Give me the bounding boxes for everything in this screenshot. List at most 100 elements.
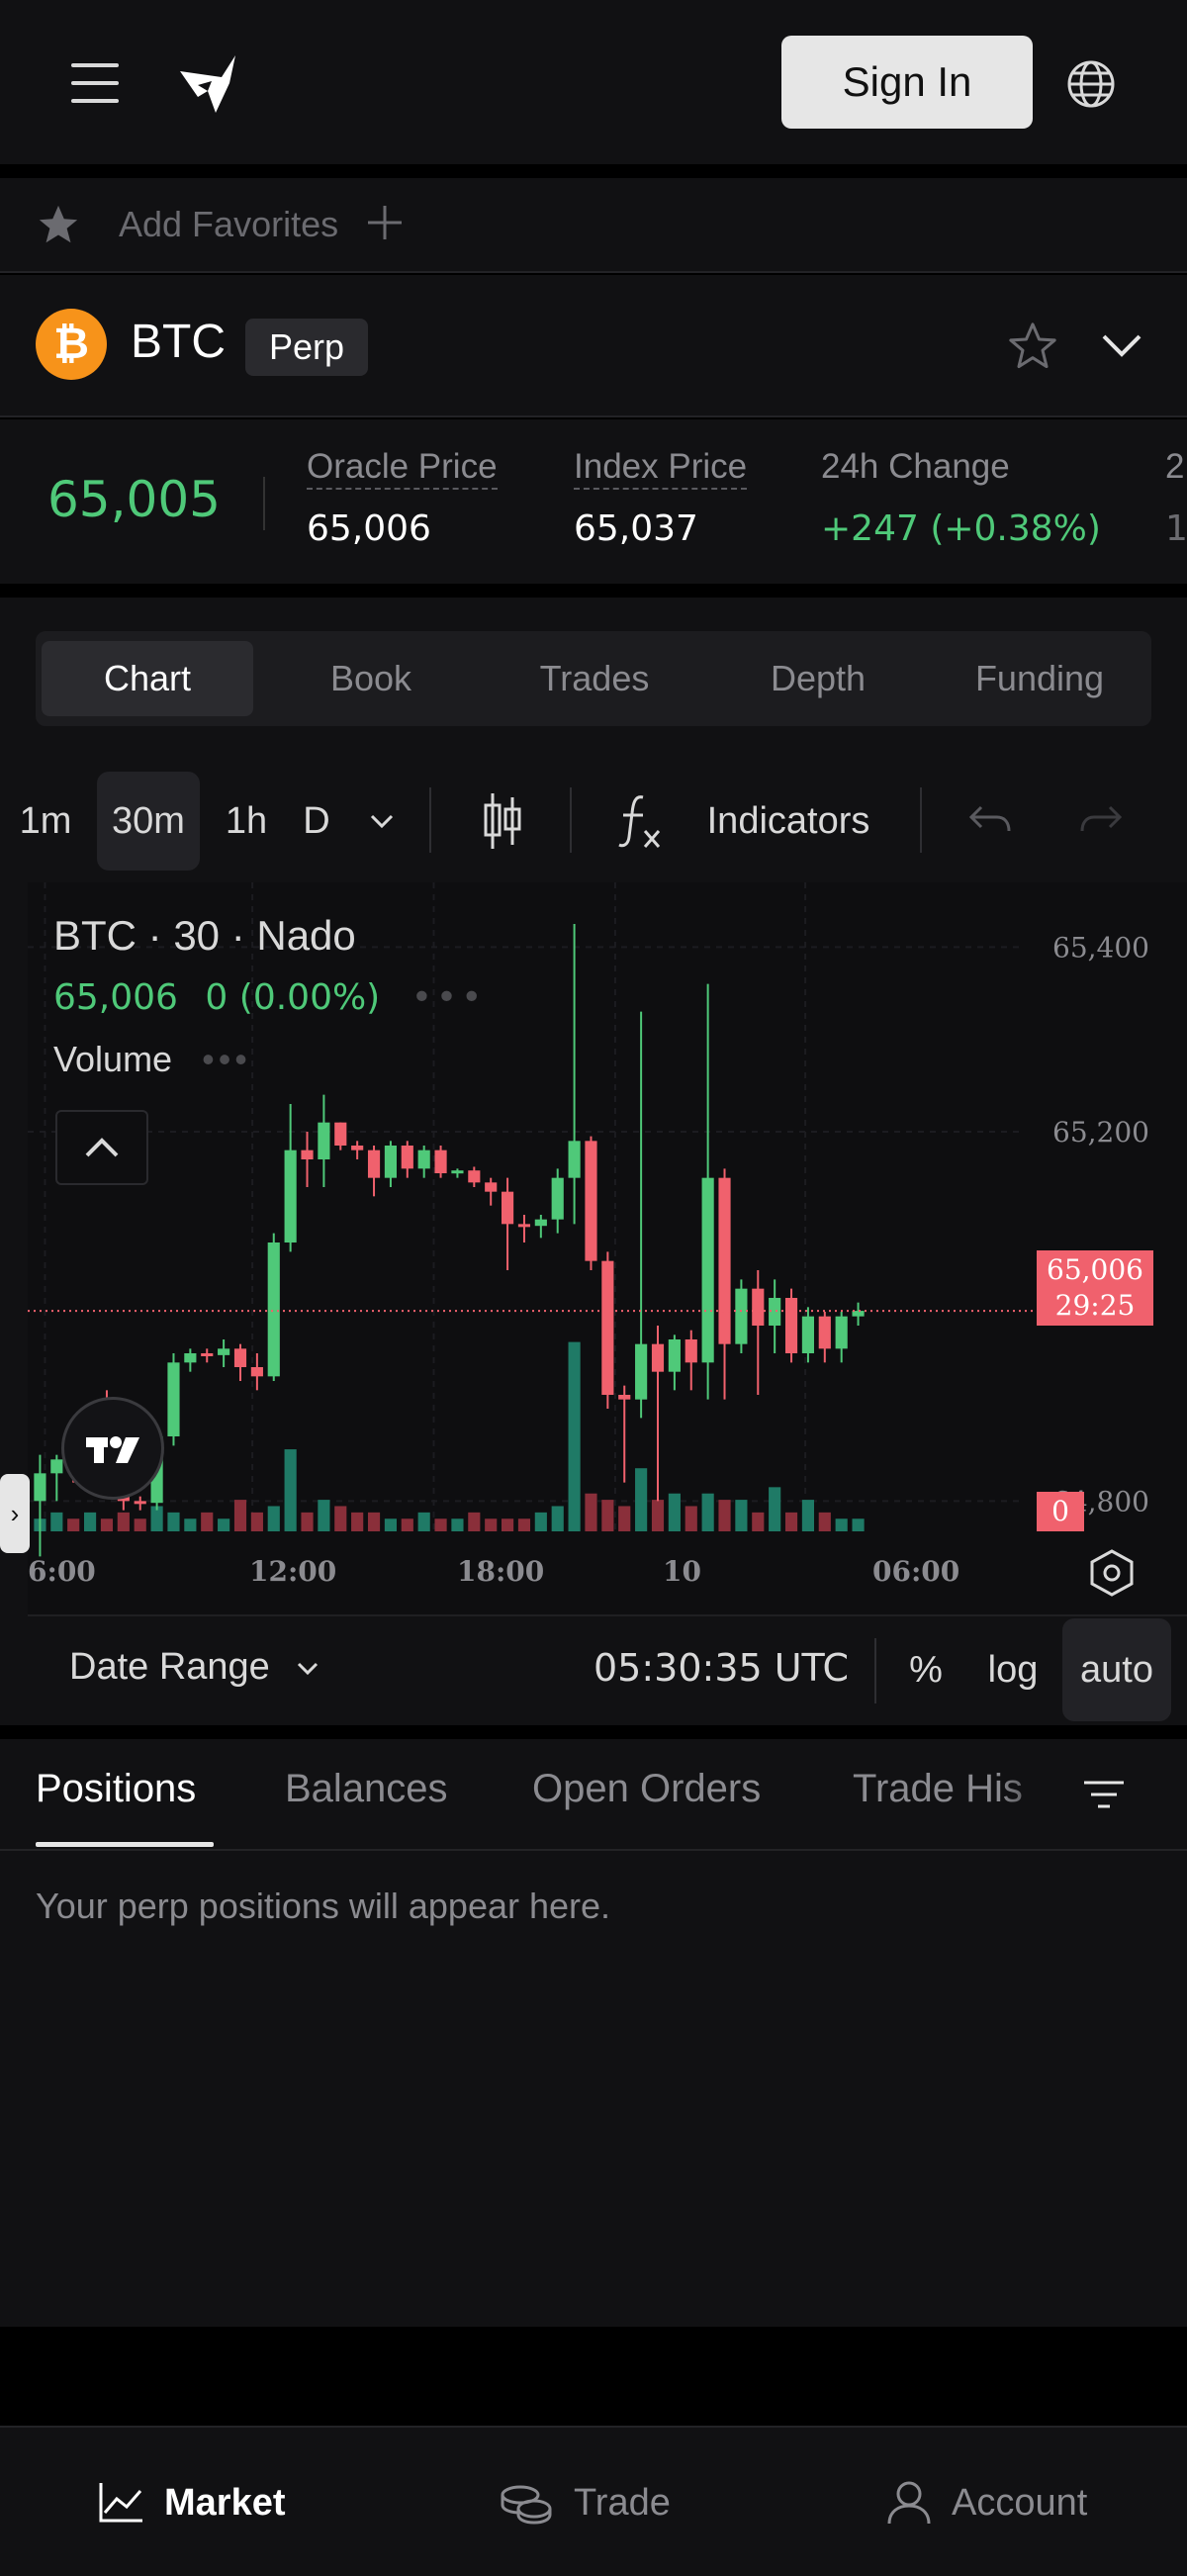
nav-account[interactable]: Account: [886, 2473, 1087, 2532]
volume-bar: [233, 1500, 247, 1531]
chevron-down-icon[interactable]: [1098, 326, 1145, 366]
volume-bar: [651, 1500, 665, 1531]
timeframe-d[interactable]: D: [293, 772, 340, 871]
undo-icon[interactable]: [956, 772, 1025, 871]
redo-icon[interactable]: [1066, 772, 1136, 871]
candle-body: [685, 1339, 697, 1363]
tab-open-orders[interactable]: Open Orders: [532, 1767, 761, 1811]
candle-body: [818, 1316, 831, 1349]
24h-change-value: +247 (+0.38%): [821, 508, 1101, 549]
collapse-legend-button[interactable]: [55, 1110, 148, 1185]
volume-legend: Volume •••: [53, 1039, 251, 1080]
tab-book[interactable]: Book: [265, 641, 477, 716]
volume-bar: [50, 1512, 63, 1531]
volume-more-icon[interactable]: •••: [202, 1039, 251, 1080]
star-outline-icon[interactable]: [1005, 319, 1060, 374]
market-symbol[interactable]: BTC: [131, 315, 226, 369]
volume-bar: [701, 1493, 714, 1531]
x-tick-label: 12:00: [249, 1555, 336, 1588]
candle-body: [301, 1150, 314, 1159]
log-scale-button[interactable]: log: [973, 1618, 1052, 1721]
last-price: 65,005: [47, 471, 221, 528]
tab-positions[interactable]: Positions: [36, 1767, 196, 1811]
volume-bar: [434, 1518, 447, 1531]
hexagon-settings-icon[interactable]: [1086, 1547, 1138, 1599]
candle-body: [534, 1219, 547, 1227]
candle-body: [184, 1353, 197, 1363]
volume-bar: [784, 1512, 798, 1531]
coins-icon: [501, 2485, 552, 2525]
volume-bar: [318, 1500, 330, 1531]
tab-chart[interactable]: Chart: [42, 641, 253, 716]
user-icon: [887, 2481, 931, 2525]
toolbar-divider: [429, 787, 431, 853]
nav-market[interactable]: Market: [97, 2473, 286, 2532]
market-type-badge: Perp: [245, 319, 369, 376]
volume-bar: [184, 1518, 197, 1531]
candle-body: [601, 1260, 614, 1395]
candle-body: [517, 1224, 531, 1228]
candle-body: [417, 1150, 430, 1169]
volume-bar: [84, 1512, 97, 1531]
volume-bar: [117, 1512, 130, 1531]
volume-bar: [334, 1506, 347, 1531]
volume-bar: [67, 1518, 80, 1531]
tab-funding[interactable]: Funding: [934, 641, 1145, 716]
candle-body: [284, 1150, 297, 1242]
candle-body: [735, 1288, 748, 1344]
nav-trade[interactable]: Trade: [499, 2473, 671, 2532]
volume-bar: [568, 1341, 581, 1531]
candlestick-icon[interactable]: [465, 772, 540, 871]
percent-scale-button[interactable]: %: [890, 1618, 961, 1721]
volume-bar: [284, 1449, 297, 1531]
legend-more-icon[interactable]: •••: [411, 977, 487, 1018]
x-tick-label: 18:00: [457, 1555, 544, 1588]
volume-bar: [601, 1500, 614, 1531]
indicators-button[interactable]: Indicators: [686, 772, 890, 871]
volume-bar: [752, 1512, 765, 1531]
tradingview-logo-icon[interactable]: [61, 1397, 164, 1500]
hamburger-menu-icon[interactable]: [71, 63, 119, 103]
timeframe-1m[interactable]: 1m: [0, 772, 91, 871]
volume-bar: [485, 1518, 498, 1531]
volume-label: Volume: [53, 1039, 173, 1079]
candle-body: [401, 1146, 413, 1169]
positions-empty-message: Your perp positions will appear here.: [36, 1886, 611, 1926]
volume-bar: [517, 1518, 531, 1531]
plus-icon[interactable]: [364, 202, 406, 243]
tab-depth[interactable]: Depth: [712, 641, 924, 716]
timeframe-30m[interactable]: 30m: [97, 772, 200, 871]
date-range-dropdown[interactable]: Date Range: [69, 1646, 321, 1689]
index-price-label[interactable]: Index Price: [574, 447, 748, 490]
volume-bar: [451, 1518, 464, 1531]
x-tick-label: 6:00: [28, 1555, 96, 1588]
filter-icon[interactable]: [1082, 1775, 1126, 1814]
add-favorites-label[interactable]: Add Favorites: [119, 204, 338, 245]
side-panel-handle[interactable]: ›: [0, 1474, 30, 1553]
oracle-price-label[interactable]: Oracle Price: [307, 447, 498, 490]
sign-in-button[interactable]: Sign In: [781, 36, 1033, 129]
current-price-tag-value: 65,006: [1047, 1253, 1143, 1286]
volume-bar: [100, 1518, 114, 1531]
tab-balances[interactable]: Balances: [285, 1767, 448, 1811]
nav-account-label: Account: [952, 2481, 1088, 2524]
toolbar-divider: [570, 787, 572, 853]
view-tabs: Chart Book Trades Depth Funding: [36, 631, 1151, 726]
candle-body: [218, 1348, 230, 1355]
star-icon: [36, 202, 81, 247]
candle-body: [451, 1170, 464, 1174]
chevron-down-icon[interactable]: [352, 772, 411, 871]
volume-bar: [534, 1512, 547, 1531]
fx-icon[interactable]: [605, 772, 675, 871]
timeframe-1h[interactable]: 1h: [206, 772, 287, 871]
nado-logo-icon[interactable]: [176, 51, 239, 115]
candle-body: [784, 1298, 798, 1353]
y-tick-label: 65,200: [1052, 1116, 1149, 1149]
x-tick-label: 10: [663, 1555, 701, 1588]
utc-clock[interactable]: 05:30:35 UTC: [594, 1646, 849, 1690]
tab-trades[interactable]: Trades: [489, 641, 700, 716]
candle-body: [568, 1141, 581, 1178]
tab-trade-history[interactable]: Trade His: [853, 1767, 1023, 1811]
auto-scale-button[interactable]: auto: [1062, 1618, 1171, 1721]
globe-icon[interactable]: [1066, 59, 1116, 109]
